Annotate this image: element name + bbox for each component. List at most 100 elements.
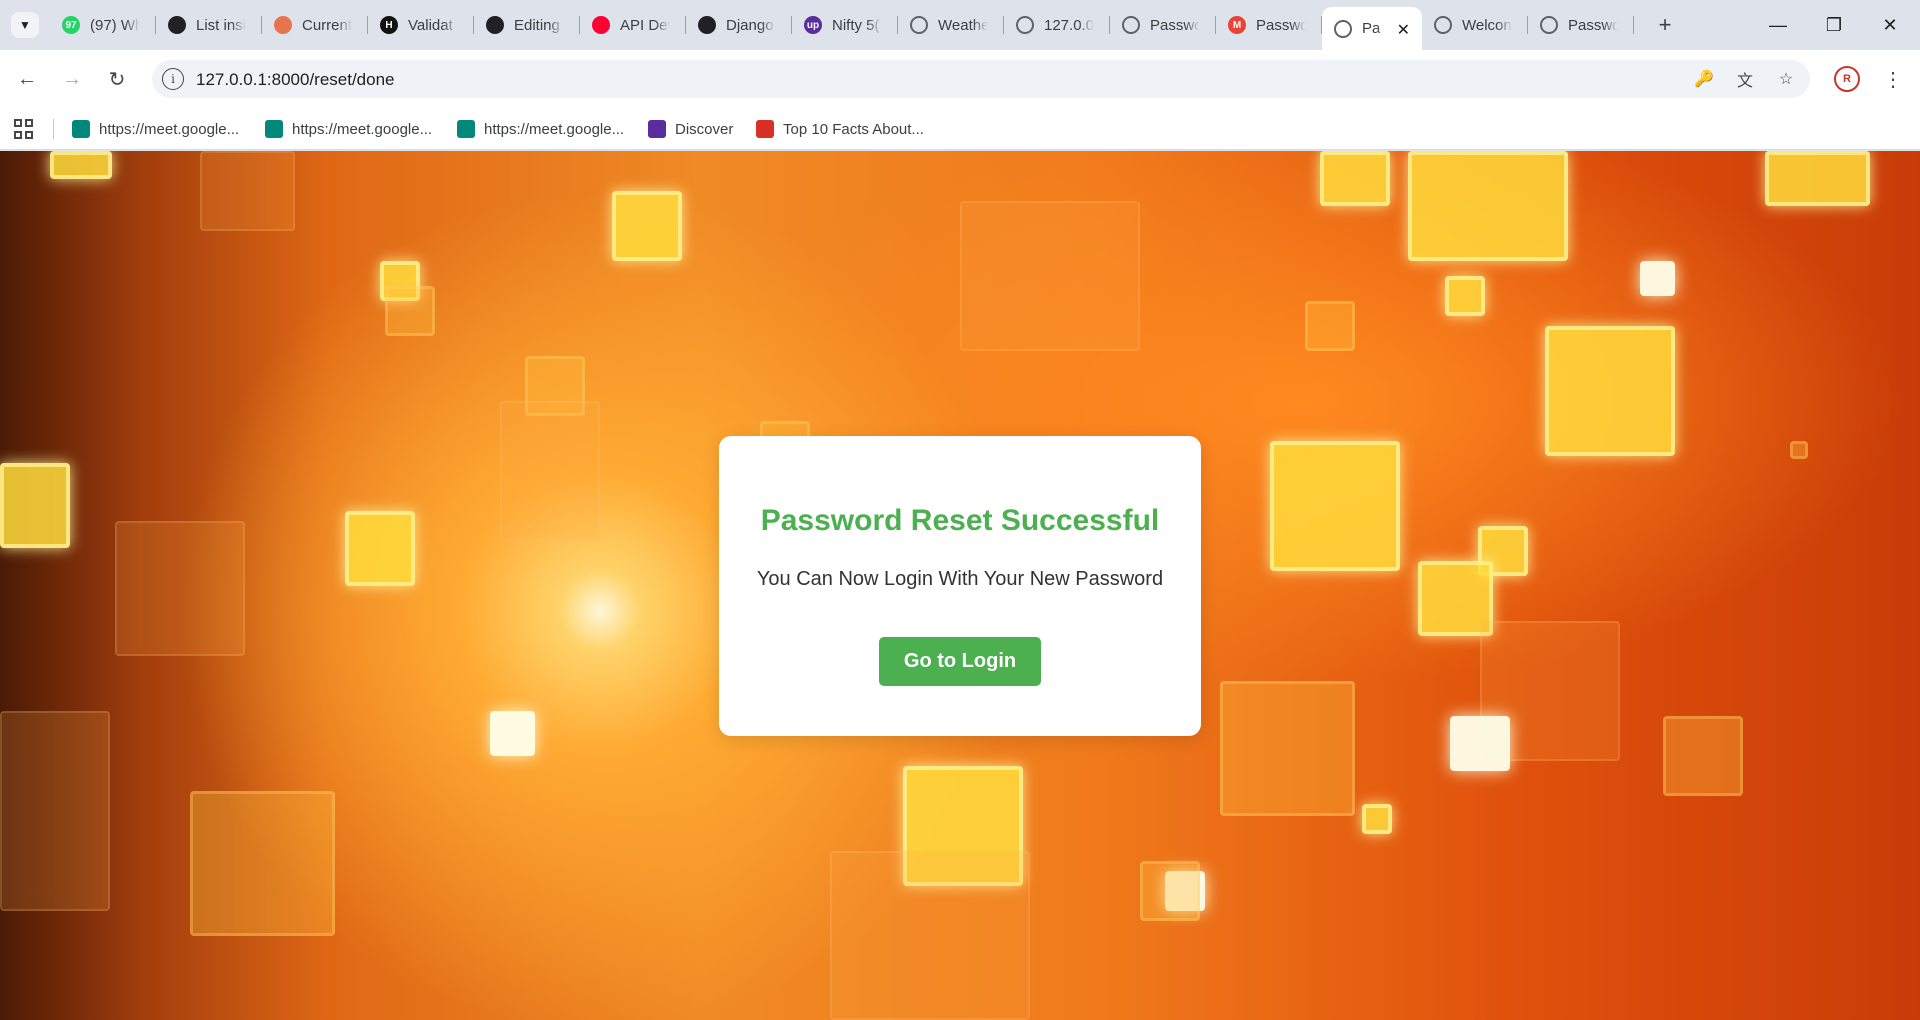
page-background: Password Reset Successful You Can Now Lo…: [0, 151, 1920, 1020]
bookmark-item[interactable]: Discover: [648, 108, 733, 150]
tab-title: Validat: [408, 16, 453, 34]
new-tab-button[interactable]: +: [1651, 12, 1679, 38]
chevron-down-icon: ▼: [19, 18, 31, 32]
apps-grid-icon[interactable]: [14, 119, 34, 139]
bookmark-item[interactable]: https://meet.google...: [72, 108, 239, 150]
minimize-button[interactable]: —: [1750, 0, 1806, 50]
kebab-menu-icon: ⋮: [1883, 68, 1903, 91]
tab-title: Nifty 5(: [832, 16, 880, 34]
google-meet-icon: [72, 120, 90, 138]
background-square: [490, 711, 535, 756]
browser-tab[interactable]: API Dev: [580, 0, 686, 50]
tab-title: (97) Wh: [90, 16, 140, 34]
bookmark-label: https://meet.google...: [292, 120, 433, 138]
chatgpt-icon: [698, 16, 716, 34]
star-icon[interactable]: ☆: [1774, 68, 1798, 90]
globe-icon: [1334, 19, 1352, 38]
profile-avatar[interactable]: R: [1834, 66, 1860, 92]
reload-icon: ↻: [108, 68, 126, 91]
browser-tab[interactable]: Pa ✕: [1322, 7, 1422, 50]
browser-tab[interactable]: 127.0.0: [1004, 0, 1110, 50]
restore-icon: ❐: [1825, 14, 1843, 35]
background-square: [190, 791, 335, 936]
browser-tab[interactable]: Passwo: [1528, 0, 1634, 50]
background-square: [1450, 716, 1510, 771]
background-square: [1545, 326, 1675, 456]
github-icon: [486, 16, 504, 34]
cloud-icon: [274, 16, 292, 34]
tab-title: Passwo: [1568, 16, 1618, 34]
arrow-left-icon: ←: [17, 67, 37, 90]
browser-toolbar: ← → ↻ i 127.0.0.1:8000/reset/done 🔑 文 ☆ …: [0, 50, 1920, 108]
url-text[interactable]: 127.0.0.1:8000/reset/done: [196, 70, 395, 90]
minimize-icon: —: [1769, 14, 1787, 35]
tab-title: Editing: [514, 16, 560, 34]
tab-search-button[interactable]: ▼: [11, 12, 39, 38]
site-info-icon[interactable]: i: [162, 68, 184, 90]
browser-tab[interactable]: Django: [686, 0, 792, 50]
go-to-login-button[interactable]: Go to Login: [879, 637, 1041, 686]
back-button[interactable]: ←: [12, 64, 42, 94]
gmail-icon: M: [1228, 16, 1246, 34]
background-square: [1765, 151, 1870, 206]
background-square: [345, 511, 415, 586]
close-window-button[interactable]: ✕: [1862, 0, 1918, 50]
background-square: [1445, 276, 1485, 316]
restore-button[interactable]: ❐: [1806, 0, 1862, 50]
browser-tab[interactable]: Passwo: [1110, 0, 1216, 50]
translate-icon[interactable]: 文: [1733, 68, 1757, 90]
background-square: [1270, 441, 1400, 571]
bookmark-item[interactable]: https://meet.google...: [265, 108, 432, 150]
background-square: [1640, 261, 1675, 296]
bookmark-item[interactable]: Top 10 Facts About...: [756, 108, 924, 150]
background-square: [0, 711, 110, 911]
background-square: [1220, 681, 1355, 816]
tab-title: Passwo: [1150, 16, 1200, 34]
browser-tab[interactable]: Weathe: [898, 0, 1004, 50]
bookmarks-bar: https://meet.google... https://meet.googl…: [0, 108, 1920, 150]
address-bar[interactable]: i 127.0.0.1:8000/reset/done 🔑 文 ☆: [152, 60, 1810, 98]
background-square: [115, 521, 245, 656]
browser-tab[interactable]: Editing: [474, 0, 580, 50]
background-square: [50, 151, 112, 179]
browser-menu-button[interactable]: ⋮: [1878, 64, 1908, 94]
password-key-icon[interactable]: 🔑: [1692, 68, 1716, 90]
youtube-icon: [592, 16, 610, 34]
background-square: [960, 201, 1140, 351]
close-tab-icon[interactable]: ✕: [1397, 20, 1410, 40]
hackerrank-icon: H: [380, 16, 398, 34]
background-square: [830, 851, 1030, 1020]
upstox-icon: up: [804, 16, 822, 34]
chatgpt-icon: [168, 16, 186, 34]
browser-tab[interactable]: Current: [262, 0, 368, 50]
bookmark-label: Top 10 Facts About...: [783, 120, 924, 138]
browser-tab[interactable]: up Nifty 5(: [792, 0, 898, 50]
close-icon: ✕: [1882, 14, 1898, 35]
globe-icon: [1540, 16, 1558, 34]
globe-icon: [1434, 16, 1452, 34]
browser-tab[interactable]: 97 (97) Wh: [50, 0, 156, 50]
background-square: [1305, 301, 1355, 351]
browser-tab[interactable]: Welcon: [1422, 0, 1528, 50]
bookmark-item[interactable]: https://meet.google...: [457, 108, 624, 150]
tab-strip: ▼ 97 (97) Wh List insi Current H Validat Editi…: [0, 0, 1920, 50]
tab-title: Django: [726, 16, 774, 34]
tab-title: Current: [302, 16, 352, 34]
bookmark-label: https://meet.google...: [99, 120, 240, 138]
globe-icon: [1016, 16, 1034, 34]
whatsapp-icon: 97: [62, 16, 80, 34]
forward-button[interactable]: →: [57, 64, 87, 94]
background-square: [1663, 716, 1743, 796]
tab-title: Pa: [1362, 20, 1381, 37]
background-square: [1790, 441, 1808, 459]
tab-title: List insi: [196, 16, 246, 34]
tab-title: Passwo: [1256, 16, 1306, 34]
browser-tab[interactable]: H Validat: [368, 0, 474, 50]
facts-icon: [756, 120, 774, 138]
tab-title: Weathe: [938, 16, 988, 34]
reset-success-card: Password Reset Successful You Can Now Lo…: [719, 436, 1201, 736]
browser-tab[interactable]: M Passwo: [1216, 0, 1322, 50]
reload-button[interactable]: ↻: [102, 64, 132, 94]
browser-tab[interactable]: List insi: [156, 0, 262, 50]
globe-icon: [1122, 16, 1140, 34]
